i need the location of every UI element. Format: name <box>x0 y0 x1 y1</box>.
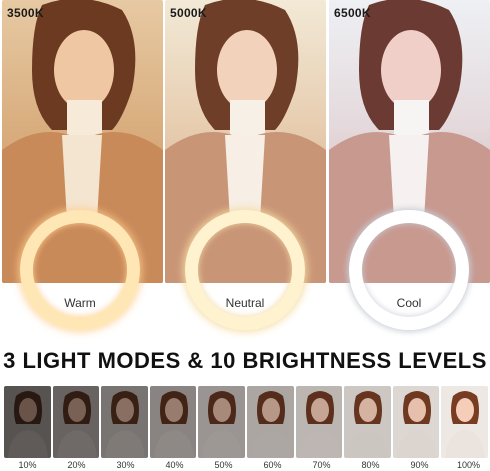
brightness-thumb <box>149 386 197 458</box>
color-temp-label: 5000K <box>170 6 207 20</box>
brightness-label: 100% <box>456 460 481 470</box>
brightness-thumb <box>246 386 294 458</box>
brightness-label: 40% <box>165 460 184 470</box>
brightness-label: 50% <box>214 460 233 470</box>
brightness-thumb <box>198 386 245 458</box>
headline: 3 LIGHT MODES & 10 BRIGHTNESS LEVELS <box>3 348 487 373</box>
neutral-caption: Neutral <box>225 296 265 310</box>
cool-ring-light <box>349 210 469 330</box>
brightness-label: 60% <box>263 460 282 470</box>
brightness-thumb <box>52 386 100 458</box>
brightness-label: 90% <box>410 460 429 470</box>
brightness-strip <box>4 386 488 458</box>
brightness-label: 10% <box>18 460 37 470</box>
color-temp-label: 6500K <box>334 6 371 20</box>
brightness-label: 20% <box>67 460 86 470</box>
warm-ring-light <box>20 210 140 330</box>
brightness-thumb <box>392 386 440 458</box>
brightness-label: 70% <box>312 460 331 470</box>
brightness-thumb <box>101 386 148 458</box>
neutral-ring-light <box>185 210 305 330</box>
brightness-thumb <box>295 386 343 458</box>
brightness-label: 80% <box>361 460 380 470</box>
color-temp-label: 3500K <box>7 6 44 20</box>
warm-caption: Warm <box>64 296 96 310</box>
cool-caption: Cool <box>396 296 422 310</box>
brightness-label: 30% <box>116 460 135 470</box>
brightness-thumb <box>4 386 51 458</box>
brightness-thumb <box>344 386 391 458</box>
brightness-thumb <box>441 386 488 458</box>
